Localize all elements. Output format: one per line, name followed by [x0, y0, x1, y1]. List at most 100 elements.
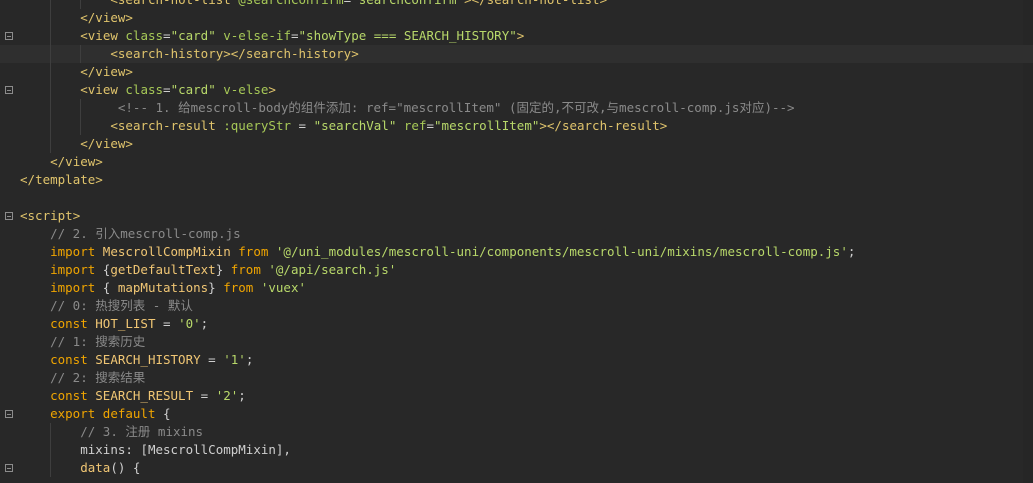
code-token-comment: // 2: 搜索结果 [50, 370, 146, 385]
code-token-identifier: ; [238, 388, 246, 403]
code-text: data() { [20, 459, 140, 477]
code-token-keyword: const [50, 352, 88, 367]
code-line[interactable]: <!-- 1. 给mescroll-body的组件添加: ref="mescro… [0, 99, 1033, 117]
code-token-identifier: = [426, 118, 435, 133]
gutter [0, 81, 16, 99]
code-token-variable: HOT_LIST [87, 316, 164, 331]
code-token-string: "card" [170, 28, 216, 43]
code-token-attr: @searchConfirm [231, 0, 343, 7]
code-token-string: '2' [215, 388, 239, 403]
code-line[interactable]: data() { [0, 459, 1033, 477]
fold-toggle-icon[interactable] [5, 410, 13, 418]
code-token-tag: > [125, 10, 133, 25]
code-line[interactable]: <view class="card" v-else> [0, 81, 1033, 99]
code-token-comment: // 2. 引入mescroll-comp.js [50, 226, 241, 241]
code-line[interactable]: </view> [0, 63, 1033, 81]
code-text: // 2: 搜索结果 [20, 369, 145, 387]
code-token-tag: search-hot-list [118, 0, 231, 7]
code-text: <search-hot-list @searchConfirm="searchC… [20, 0, 607, 9]
code-text: </view> [20, 153, 103, 171]
code-line[interactable]: <view class="card" v-else-if="showType =… [0, 27, 1033, 45]
code-line[interactable]: const SEARCH_HISTORY = '1'; [0, 351, 1033, 369]
code-line[interactable]: </view> [0, 135, 1033, 153]
code-line[interactable]: </template> [0, 171, 1033, 189]
code-token-keyword: from [223, 280, 254, 295]
gutter [0, 45, 16, 63]
code-line[interactable]: import MescrollCompMixin from '@/uni_mod… [0, 243, 1033, 261]
code-text: const SEARCH_HISTORY = '1'; [20, 351, 253, 369]
code-text: // 0: 热搜列表 - 默认 [20, 297, 193, 315]
code-token-tag: </ [80, 10, 96, 25]
gutter [0, 117, 16, 135]
code-token-string: '@/uni_modules/mescroll-uni/components/m… [268, 244, 848, 259]
gutter [0, 459, 16, 477]
code-token-tag: > [72, 208, 81, 223]
code-token-attr: :queryStr [215, 118, 291, 133]
code-token-tag: ></ [223, 46, 246, 61]
code-text: const HOT_LIST = '0'; [20, 315, 208, 333]
code-token-identifier: { [95, 262, 111, 277]
gutter [0, 297, 16, 315]
code-token-variable: SEARCH_HISTORY [87, 352, 209, 367]
code-token-identifier: = [163, 28, 171, 43]
code-token-tag: </ [80, 136, 96, 151]
code-line[interactable]: mixins: [MescrollCompMixin], [0, 441, 1033, 459]
code-token-string: '1' [223, 352, 246, 367]
code-token-tag: < [80, 82, 88, 97]
code-token-string: '0' [178, 316, 201, 331]
code-token-keyword: import [50, 244, 96, 259]
code-token-tag: < [20, 208, 28, 223]
code-editor[interactable]: <search-hot-list @searchConfirm="searchC… [0, 0, 1033, 483]
code-token-identifier: = [208, 352, 224, 367]
fold-toggle-icon[interactable] [5, 212, 13, 220]
code-token-string: "card" [170, 82, 216, 97]
fold-toggle-icon[interactable] [5, 32, 13, 40]
gutter [0, 63, 16, 81]
code-token-identifier: { [155, 406, 171, 421]
code-line[interactable]: // 2. 引入mescroll-comp.js [0, 225, 1033, 243]
code-token-tag: view [95, 64, 126, 79]
code-line[interactable]: <search-history></search-history> [0, 45, 1033, 63]
code-text: <search-history></search-history> [20, 45, 359, 63]
code-token-identifier: = [291, 118, 314, 133]
gutter [0, 441, 16, 459]
code-token-string: "searchVal" [313, 118, 397, 133]
code-line[interactable]: const HOT_LIST = '0'; [0, 315, 1033, 333]
code-text: export default { [20, 405, 171, 423]
code-token-tag: </ [20, 172, 36, 187]
gutter [0, 387, 16, 405]
gutter [0, 351, 16, 369]
code-token-tag: search-history [117, 46, 224, 61]
code-token-identifier: } [208, 280, 224, 295]
code-token-attr: class [117, 28, 164, 43]
code-token-tag: view [87, 82, 118, 97]
code-line[interactable]: import {getDefaultText} from '@/api/sear… [0, 261, 1033, 279]
code-line[interactable]: <script> [0, 207, 1033, 225]
code-text: // 3. 注册 mixins [20, 423, 203, 441]
code-token-identifier: MescrollCompMixin [147, 442, 276, 457]
code-token-identifier: mixins [80, 442, 126, 457]
code-line[interactable]: <search-hot-list @searchConfirm="searchC… [0, 0, 1033, 9]
code-line[interactable]: // 0: 热搜列表 - 默认 [0, 297, 1033, 315]
fold-toggle-icon[interactable] [5, 86, 13, 94]
fold-toggle-icon[interactable] [5, 464, 13, 472]
code-line[interactable]: <search-result :queryStr = "searchVal" r… [0, 117, 1033, 135]
code-line[interactable]: // 3. 注册 mixins [0, 423, 1033, 441]
code-token-tag: > [351, 46, 359, 61]
code-line[interactable]: // 1: 搜索历史 [0, 333, 1033, 351]
code-text: import { mapMutations} from 'vuex' [20, 279, 306, 297]
gutter [0, 27, 16, 45]
code-line[interactable]: const SEARCH_RESULT = '2'; [0, 387, 1033, 405]
code-line[interactable]: // 2: 搜索结果 [0, 369, 1033, 387]
code-line[interactable]: </view> [0, 9, 1033, 27]
gutter [0, 0, 16, 9]
code-line[interactable]: import { mapMutations} from 'vuex' [0, 279, 1033, 297]
code-line[interactable]: </view> [0, 153, 1033, 171]
code-line[interactable] [0, 189, 1033, 207]
code-token-tag: view [65, 154, 96, 169]
code-token-variable: getDefaultText [110, 262, 216, 277]
code-token-tag: < [110, 118, 118, 133]
code-token-identifier: = [163, 316, 179, 331]
code-token-string: "mescrollItem" [434, 118, 540, 133]
code-line[interactable]: export default { [0, 405, 1033, 423]
